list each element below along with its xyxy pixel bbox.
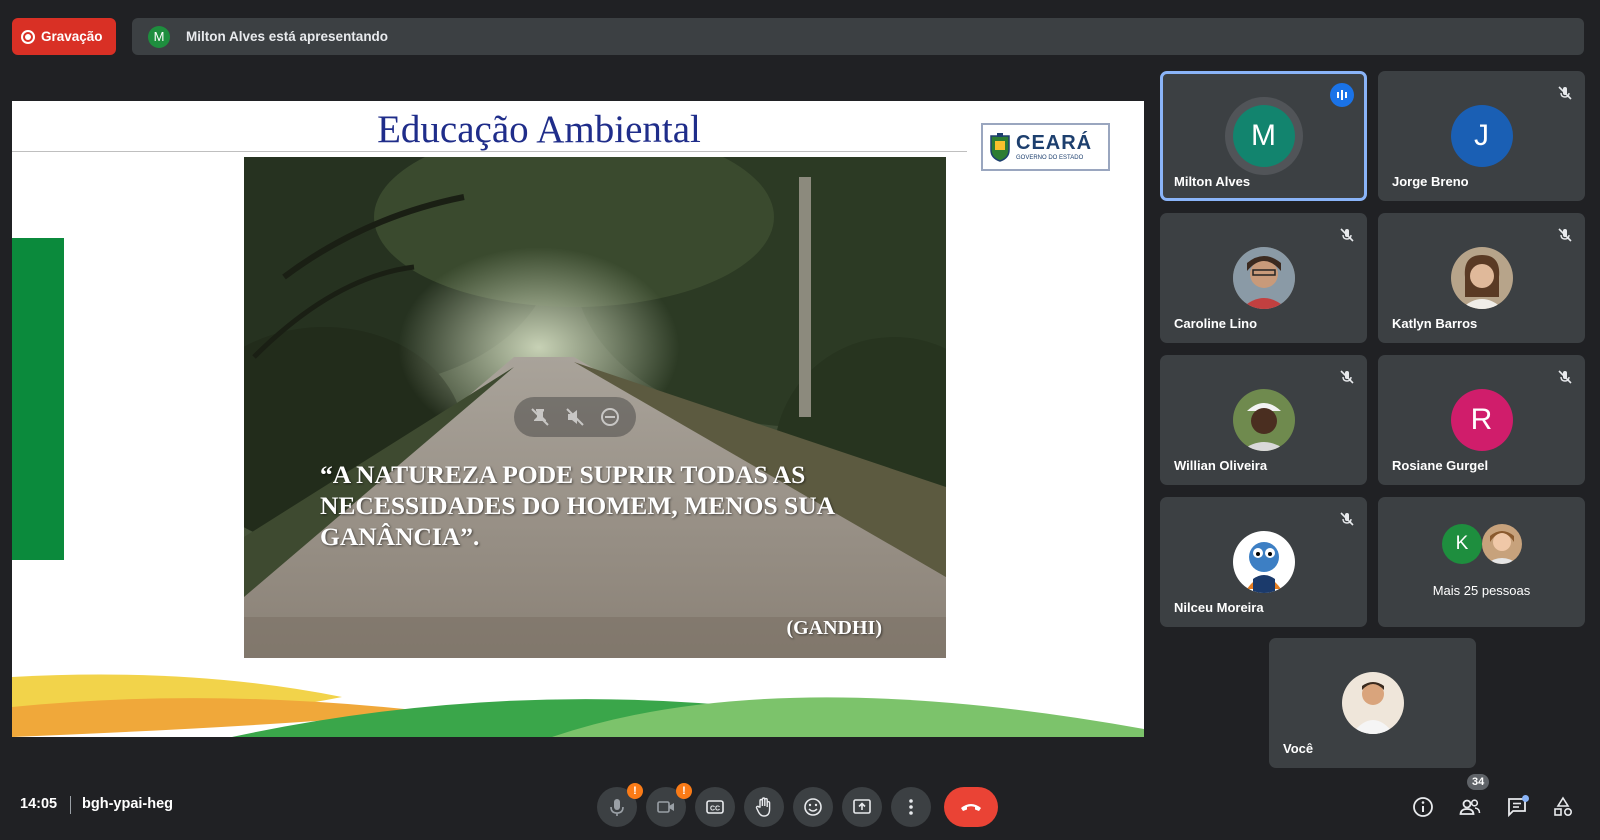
participant-name: Caroline Lino xyxy=(1174,316,1258,331)
meeting-details-button[interactable] xyxy=(1410,794,1436,820)
presentation-overlay-controls[interactable] xyxy=(514,397,636,437)
captions-icon: CC xyxy=(706,800,724,814)
slide-photo: “A NATUREZA PODE SUPRIR TODAS AS NECESSI… xyxy=(244,157,946,658)
speaking-icon xyxy=(1330,83,1354,107)
slide-title: Educação Ambiental xyxy=(377,108,701,151)
mic-off-icon xyxy=(1340,228,1354,242)
slide-waves-decoration xyxy=(12,674,1144,737)
camera-icon xyxy=(657,801,674,813)
participant-tile[interactable]: R Rosiane Gurgel xyxy=(1378,355,1585,485)
participant-tile[interactable]: M Milton Alves xyxy=(1160,71,1367,201)
svg-text:CC: CC xyxy=(710,806,720,813)
avatar xyxy=(1232,531,1295,593)
ceara-logo: CEARÁ GOVERNO DO ESTADO xyxy=(981,123,1110,171)
logo-text: CEARÁ xyxy=(1016,132,1093,154)
more-options-button[interactable] xyxy=(891,787,931,827)
meeting-time: 14:05 xyxy=(20,796,58,812)
camera-button[interactable]: ! xyxy=(646,783,692,827)
raise-hand-icon xyxy=(755,797,771,817)
avatar: K xyxy=(1442,524,1482,564)
avatar: J xyxy=(1450,105,1513,167)
meeting-code: bgh-ypai-heg xyxy=(82,796,174,812)
divider xyxy=(70,796,71,814)
slide-green-bar xyxy=(12,238,64,560)
activities-icon xyxy=(1554,796,1573,817)
mic-warning-badge: ! xyxy=(627,783,643,799)
hangup-icon xyxy=(961,804,981,811)
mic-off-icon xyxy=(1340,512,1354,526)
avatar xyxy=(1482,524,1522,564)
emoji-icon xyxy=(804,798,822,816)
captions-button[interactable]: CC xyxy=(695,787,735,827)
presenter-avatar: M xyxy=(148,25,170,48)
avatar xyxy=(1232,247,1295,309)
more-options-icon xyxy=(909,799,913,815)
more-participants-label: Mais 25 pessoas xyxy=(1432,583,1531,598)
more-participants-tile[interactable]: K Mais 25 pessoas xyxy=(1378,497,1585,627)
crest-icon xyxy=(990,133,1010,162)
mute-tile-icon[interactable] xyxy=(565,407,585,427)
participant-name: Jorge Breno xyxy=(1392,174,1469,189)
info-icon xyxy=(1413,797,1433,817)
participant-tile[interactable]: Nilceu Moreira xyxy=(1160,497,1367,627)
slide-divider xyxy=(12,151,967,152)
activities-button[interactable] xyxy=(1550,794,1576,820)
participant-name: Você xyxy=(1283,741,1314,756)
participant-tile[interactable]: Katlyn Barros xyxy=(1378,213,1585,343)
participant-tile[interactable]: J Jorge Breno xyxy=(1378,71,1585,201)
shared-screen: Educação Ambiental CEARÁ GOVERNO DO ESTA… xyxy=(12,101,1144,737)
presenter-banner: M Milton Alves está apresentando xyxy=(132,18,1584,55)
self-tile[interactable]: Você xyxy=(1269,638,1476,768)
avatar xyxy=(1341,672,1404,734)
presenter-banner-text: Milton Alves está apresentando xyxy=(186,29,389,44)
pin-off-icon[interactable] xyxy=(530,407,550,427)
people-button[interactable] xyxy=(1457,794,1483,820)
logo-subtext: GOVERNO DO ESTADO xyxy=(1016,155,1084,161)
participant-tile[interactable]: Caroline Lino xyxy=(1160,213,1367,343)
participant-name: Nilceu Moreira xyxy=(1174,600,1264,615)
mic-off-icon xyxy=(1340,370,1354,384)
slide-quote: “A NATUREZA PODE SUPRIR TODAS AS NECESSI… xyxy=(320,460,834,551)
remove-icon[interactable] xyxy=(600,407,620,427)
mic-off-icon xyxy=(1558,228,1572,242)
mic-button[interactable]: ! xyxy=(597,783,643,827)
mic-off-icon xyxy=(1558,370,1572,384)
leave-call-button[interactable] xyxy=(944,787,998,827)
participant-name: Willian Oliveira xyxy=(1174,458,1268,473)
mic-icon xyxy=(610,799,624,816)
people-icon xyxy=(1459,799,1481,815)
emoji-button[interactable] xyxy=(793,787,833,827)
recording-indicator[interactable]: Gravação xyxy=(12,18,116,55)
mic-off-icon xyxy=(1558,86,1572,100)
chat-notification-dot xyxy=(1522,795,1529,802)
participant-name: Rosiane Gurgel xyxy=(1392,458,1489,473)
record-icon xyxy=(21,29,35,44)
chat-button[interactable] xyxy=(1504,794,1530,820)
camera-warning-badge: ! xyxy=(676,783,692,799)
recording-label: Gravação xyxy=(41,29,103,44)
avatar xyxy=(1232,389,1295,451)
participant-name: Milton Alves xyxy=(1174,174,1251,189)
raise-hand-button[interactable] xyxy=(744,787,784,827)
people-count-badge: 34 xyxy=(1467,774,1490,790)
participant-tile[interactable]: Willian Oliveira xyxy=(1160,355,1367,485)
avatar: M xyxy=(1232,105,1295,167)
participant-name: Katlyn Barros xyxy=(1392,316,1478,331)
avatar xyxy=(1450,247,1513,309)
present-button[interactable] xyxy=(842,787,882,827)
avatar: R xyxy=(1450,389,1513,451)
present-icon xyxy=(853,799,871,814)
slide-quote-author: (GANDHI) xyxy=(786,617,882,639)
